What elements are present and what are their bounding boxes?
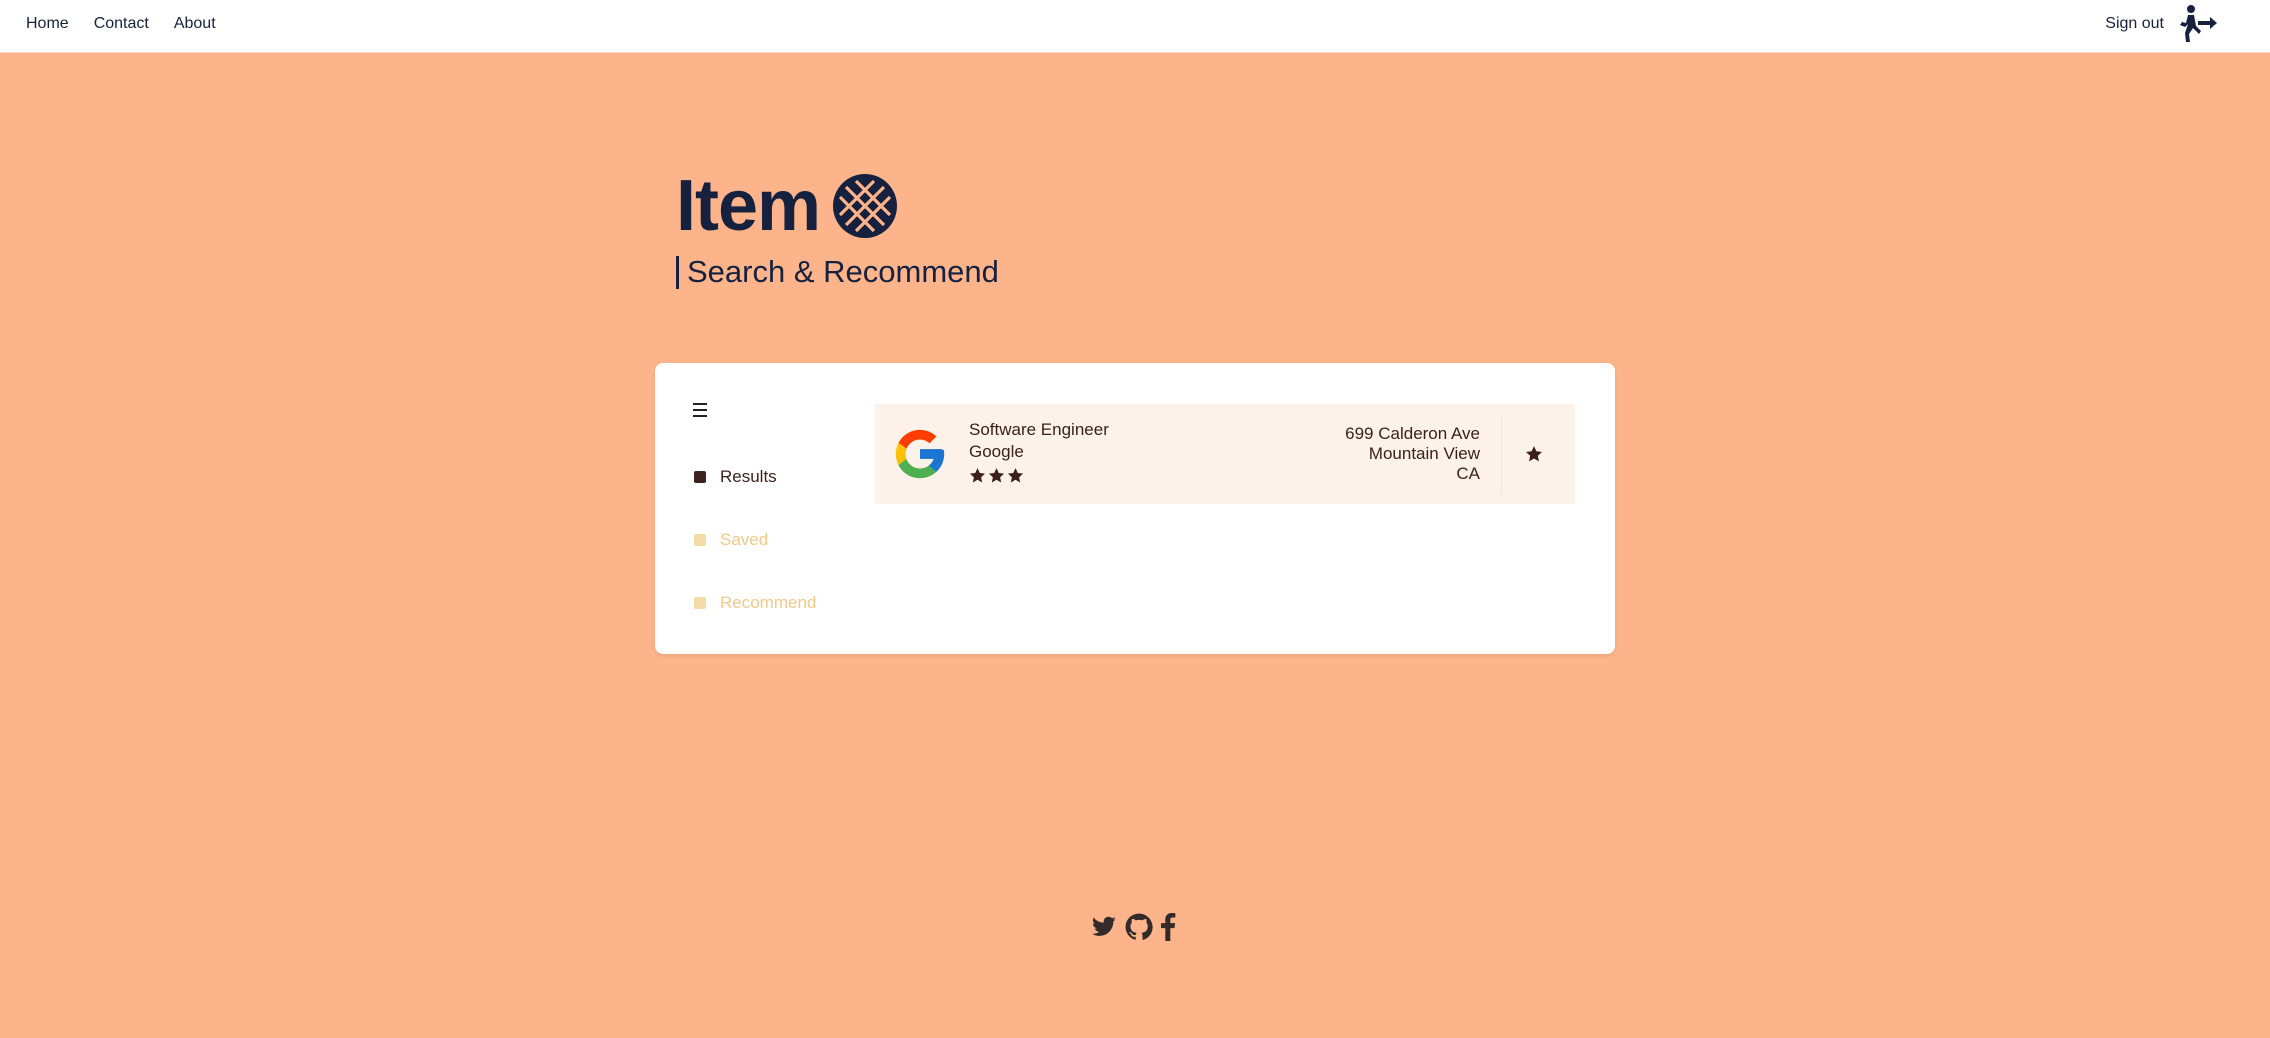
active-dot-icon — [694, 471, 706, 483]
sidebar-item-label: Results — [720, 467, 777, 486]
facebook-icon[interactable] — [1160, 913, 1176, 941]
result-item[interactable]: Software Engineer Google 699 Calderon Av… — [875, 404, 1575, 504]
inactive-dot-icon — [694, 534, 706, 546]
star-icon — [969, 468, 986, 483]
company-name: Google — [969, 442, 1024, 461]
top-navbar: Home Contact About Sign out — [0, 0, 2270, 53]
nav-about-link[interactable]: About — [174, 15, 216, 33]
sidebar-item-label: Recommend — [720, 593, 817, 612]
star-icon — [988, 468, 1005, 483]
github-icon[interactable] — [1125, 913, 1153, 941]
address-line: Mountain View — [1368, 444, 1480, 463]
social-links — [1090, 913, 1176, 941]
rating-stars — [969, 467, 1109, 484]
sign-out-button[interactable]: Sign out — [2105, 0, 2218, 48]
inactive-dot-icon — [694, 597, 706, 609]
sign-out-label: Sign out — [2105, 15, 2164, 32]
page-title: Item — [676, 166, 821, 246]
hamburger-menu-icon[interactable] — [693, 403, 711, 419]
sidebar-item-results[interactable]: Results — [694, 467, 777, 487]
sidebar-item-saved[interactable]: Saved — [694, 530, 768, 550]
nav-contact-link[interactable]: Contact — [94, 15, 149, 33]
result-info: Software Engineer Google — [969, 419, 1109, 484]
divider — [1501, 414, 1502, 494]
address-line: 699 Calderon Ave — [1345, 424, 1480, 443]
twitter-icon[interactable] — [1090, 914, 1118, 940]
star-icon — [1007, 468, 1024, 483]
google-logo-icon — [895, 429, 945, 479]
walking-exit-icon — [2180, 5, 2217, 42]
result-address: 699 Calderon Ave Mountain View CA — [1345, 424, 1480, 484]
nav-home-link[interactable]: Home — [26, 15, 69, 33]
page-subtitle: Search & Recommend — [676, 255, 999, 289]
save-star-icon[interactable] — [1525, 445, 1543, 463]
address-line: CA — [1456, 464, 1480, 483]
hero-title-row: Item — [676, 170, 999, 242]
results-card: Results Saved Recommend Software Enginee… — [655, 363, 1615, 654]
sidebar-item-label: Saved — [720, 530, 769, 549]
nav-links: Home Contact About — [26, 0, 216, 48]
crosshatch-globe-logo — [833, 174, 898, 238]
sidebar-item-recommend[interactable]: Recommend — [694, 593, 816, 613]
job-title: Software Engineer — [969, 420, 1109, 439]
hero-section: Item Search & Recommend — [676, 170, 999, 289]
